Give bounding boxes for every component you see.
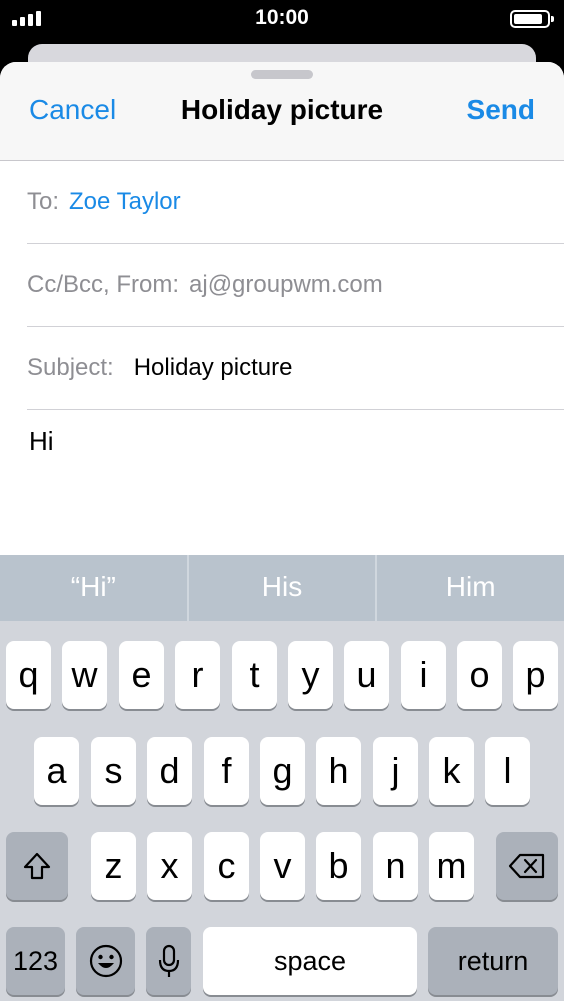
key-g[interactable]: g — [260, 737, 305, 805]
key-a[interactable]: a — [34, 737, 79, 805]
backspace-icon — [508, 853, 545, 879]
to-field[interactable]: To: Zoe Taylor — [27, 161, 564, 244]
emoji-icon — [89, 944, 122, 978]
shift-key[interactable] — [6, 832, 68, 900]
shift-icon — [23, 852, 51, 880]
space-key[interactable]: space — [203, 927, 417, 995]
key-z[interactable]: z — [91, 832, 136, 900]
key-n[interactable]: n — [373, 832, 418, 900]
key-d[interactable]: d — [147, 737, 192, 805]
delete-key[interactable] — [496, 832, 558, 900]
to-label: To: — [27, 188, 60, 215]
key-t[interactable]: t — [232, 641, 277, 709]
key-q[interactable]: q — [6, 641, 51, 709]
key-l[interactable]: l — [485, 737, 530, 805]
key-i[interactable]: i — [401, 641, 446, 709]
key-w[interactable]: w — [62, 641, 107, 709]
key-u[interactable]: u — [344, 641, 389, 709]
to-recipient[interactable]: Zoe Taylor — [69, 188, 181, 216]
microphone-icon — [158, 944, 179, 977]
key-e[interactable]: e — [119, 641, 164, 709]
cancel-button[interactable]: Cancel — [29, 94, 116, 126]
key-h[interactable]: h — [316, 737, 361, 805]
status-bar: 10:00 — [0, 0, 564, 38]
return-key[interactable]: return — [428, 927, 558, 995]
send-button[interactable]: Send — [467, 94, 535, 126]
key-f[interactable]: f — [204, 737, 249, 805]
compose-navbar: Cancel Holiday picture Send — [0, 62, 564, 161]
prediction-3[interactable]: Him — [377, 555, 564, 621]
key-b[interactable]: b — [316, 832, 361, 900]
key-y[interactable]: y — [288, 641, 333, 709]
status-time: 10:00 — [255, 6, 309, 29]
key-o[interactable]: o — [457, 641, 502, 709]
subject-input[interactable]: Holiday picture — [134, 354, 293, 382]
subject-field[interactable]: Subject: Holiday picture — [27, 327, 564, 410]
key-s[interactable]: s — [91, 737, 136, 805]
subject-label: Subject: — [27, 354, 114, 381]
emoji-key[interactable] — [76, 927, 135, 995]
key-m[interactable]: m — [429, 832, 474, 900]
key-j[interactable]: j — [373, 737, 418, 805]
key-v[interactable]: v — [260, 832, 305, 900]
dictation-key[interactable] — [146, 927, 191, 995]
key-p[interactable]: p — [513, 641, 558, 709]
keyboard: q w e r t y u i o p a s d f g h j k l z … — [0, 621, 564, 1001]
key-k[interactable]: k — [429, 737, 474, 805]
key-x[interactable]: x — [147, 832, 192, 900]
sheet-grabber[interactable] — [251, 70, 313, 79]
key-r[interactable]: r — [175, 641, 220, 709]
cc-bcc-from-label: Cc/Bcc, From: — [27, 271, 180, 298]
prediction-1[interactable]: “Hi” — [0, 555, 187, 621]
predictive-bar: “Hi” His Him — [0, 555, 564, 621]
prediction-2[interactable]: His — [189, 555, 376, 621]
battery-icon — [510, 10, 554, 28]
numbers-key[interactable]: 123 — [6, 927, 65, 995]
key-c[interactable]: c — [204, 832, 249, 900]
message-body[interactable]: Hi — [29, 426, 54, 457]
cc-bcc-from-field[interactable]: Cc/Bcc, From: aj@groupwm.com — [27, 244, 564, 327]
from-address[interactable]: aj@groupwm.com — [189, 271, 383, 299]
